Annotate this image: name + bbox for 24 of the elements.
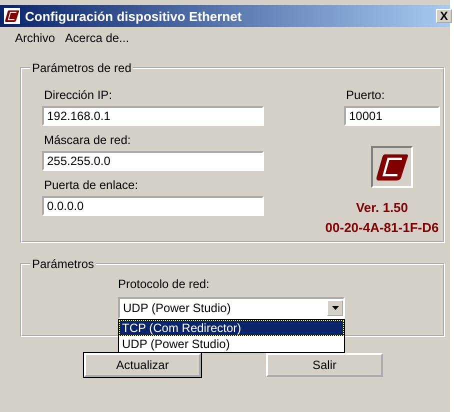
dropdown-arrow-icon — [332, 306, 338, 310]
protocol-dropdown[interactable]: UDP (Power Studio) — [118, 297, 345, 319]
input-field[interactable]: 255.255.0.0 — [42, 151, 264, 171]
input-field[interactable]: 192.168.0.1 — [42, 106, 264, 126]
field-label: Dirección IP: — [44, 88, 114, 102]
input-field[interactable]: 0.0.0.0 — [42, 196, 264, 216]
close-button[interactable]: X — [436, 9, 452, 23]
dropdown-option[interactable]: UDP (Power Studio) — [119, 336, 344, 352]
group-title: Parámetros de red — [31, 61, 132, 75]
menu-item[interactable]: Acerca de... — [65, 31, 130, 51]
dropdown-option[interactable]: TCP (Com Redirector) — [119, 320, 344, 336]
window-title: Configuración dispositivo Ethernet — [25, 8, 243, 24]
action-button[interactable]: Salir — [266, 353, 383, 377]
mac-address: 00-20-4A-81-1F-D6 — [325, 220, 439, 235]
field-label: Máscara de red: — [44, 133, 132, 147]
field-label: Puerta de enlace: — [44, 178, 140, 192]
field-label: Protocolo de red: — [118, 277, 210, 291]
field-label: Puerto: — [346, 88, 385, 102]
action-button[interactable]: Actualizar — [84, 353, 201, 377]
menu-item[interactable]: Archivo — [15, 31, 56, 51]
app-logo-icon — [4, 8, 20, 24]
group-title: Parámetros — [31, 257, 96, 271]
port-field[interactable]: 10001 — [344, 106, 440, 126]
version-text: Ver. 1.50 — [356, 200, 408, 215]
